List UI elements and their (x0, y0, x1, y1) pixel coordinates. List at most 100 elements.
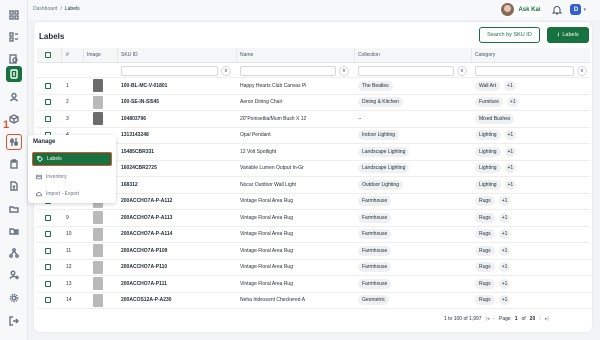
prev-page-icon[interactable]: ‹ (493, 316, 495, 322)
more-categories-chip[interactable]: +1 (504, 80, 516, 91)
sku-filter-icon[interactable]: ⩩ (221, 66, 231, 76)
table-row[interactable]: 7168312Nocar Outdoor Wall LightOutdoor L… (37, 177, 590, 194)
table-row[interactable]: 9 200ACCHO7A-P-A113 Vintage Floral Area Ru… (37, 210, 590, 227)
row-checkbox[interactable] (45, 247, 51, 254)
last-page-icon[interactable]: ▸| (545, 316, 549, 322)
more-categories-chip[interactable]: +1 (498, 196, 511, 207)
row-checkbox[interactable] (45, 115, 51, 122)
sku-cell[interactable]: 200ACCHO7A-P-A112 (121, 194, 233, 210)
bell-icon[interactable] (552, 5, 563, 15)
product-thumbnail[interactable] (93, 79, 103, 93)
product-thumbnail[interactable] (93, 260, 103, 274)
folder-icon[interactable] (6, 201, 22, 217)
collection-filter-icon[interactable]: ⩩ (457, 66, 467, 76)
sku-cell[interactable]: 100-BL-MC-V-01801 (121, 78, 233, 94)
sku-cell[interactable]: 100-SE-IN-SI545 (121, 95, 233, 111)
settings-sliders-icon[interactable] (6, 134, 22, 150)
col-header-image[interactable]: Image (87, 48, 117, 62)
col-header-sku[interactable]: SKU ID (121, 48, 231, 62)
table-row[interactable]: 41313143248Opal PendantIndoor LightingLi… (37, 128, 590, 144)
row-checkbox[interactable] (45, 297, 51, 304)
row-checkbox[interactable] (45, 99, 51, 106)
next-page-icon[interactable]: › (539, 316, 541, 322)
category-filter-icon[interactable]: ⩩ (577, 66, 587, 76)
col-header-name[interactable]: Name (240, 48, 350, 62)
col-header-collection[interactable]: Collection (358, 48, 468, 62)
product-thumbnail[interactable] (93, 244, 103, 258)
product-thumbnail[interactable] (93, 227, 103, 241)
search-by-sku-button[interactable]: Search by SKU ID (479, 27, 540, 43)
sku-cell[interactable]: 200ACCHO7A-P110 (121, 260, 233, 276)
product-thumbnail[interactable] (93, 112, 103, 126)
network-icon[interactable] (6, 245, 22, 261)
folder-settings-icon[interactable] (6, 223, 22, 239)
sku-cell[interactable]: 200ACCHO7A-P-A113 (121, 210, 233, 226)
sku-cell[interactable]: 168312 (121, 177, 233, 193)
category-filter-input[interactable] (475, 66, 574, 76)
name-filter-icon[interactable]: ⩩ (339, 66, 349, 76)
template-icon[interactable] (6, 29, 22, 45)
table-row[interactable]: 10 200ACCHO7A-P-A114 Vintage Floral Area R… (37, 227, 590, 243)
row-checkbox[interactable] (45, 214, 51, 221)
menu-item-labels[interactable]: Labels (32, 152, 112, 166)
table-row[interactable]: 13 200ACCHO7A-P111 Vintage Floral Area Rug… (37, 276, 590, 293)
file-upload-icon[interactable] (6, 178, 22, 194)
more-categories-chip[interactable]: +1 (498, 262, 511, 273)
table-row[interactable]: 2 100-SE-IN-SI545 Aeron Dining Chair Dining… (37, 95, 590, 111)
logout-icon[interactable] (6, 313, 22, 329)
more-categories-chip[interactable]: +1 (504, 130, 517, 141)
ask-kai-button[interactable]: Ask Kai (500, 2, 545, 17)
table-row[interactable]: 616024CBR2725Variable Lumen Output In-Gr… (37, 161, 590, 177)
download-labels-button[interactable]: ⭳ Labels (547, 27, 589, 43)
table-row[interactable]: 14 200ACOS12A-P-A230 Neha Iridescent Check… (37, 293, 590, 309)
sku-filter-input[interactable] (121, 66, 218, 76)
more-categories-chip[interactable]: +1 (504, 179, 517, 190)
table-row[interactable]: 3 104803796 20"Poinsettia/Mum Bush X 12 -- M… (37, 111, 590, 128)
sku-cell[interactable]: 16024CBR2725 (121, 161, 233, 177)
clipboard-icon[interactable] (6, 156, 22, 172)
search-doc-icon[interactable] (6, 51, 22, 67)
more-categories-chip[interactable]: +1 (504, 146, 517, 157)
table-row[interactable]: 11 200ACCHO7A-P109 Vintage Floral Area Rug… (37, 243, 590, 260)
product-thumbnail[interactable] (93, 277, 103, 291)
col-header-category[interactable]: Category (475, 48, 585, 62)
sku-cell[interactable]: 1313143248 (121, 128, 233, 144)
user-settings-icon[interactable] (6, 267, 22, 283)
name-filter-input[interactable] (240, 66, 336, 76)
table-row[interactable]: 515485CBR33112 Volt SpotlightLandscape L… (37, 144, 590, 161)
more-categories-chip[interactable]: +1 (498, 212, 511, 223)
menu-item-inventory[interactable]: Inventory (32, 170, 112, 184)
more-categories-chip[interactable]: +1 (507, 97, 519, 108)
table-row[interactable]: 12 200ACCHO7A-P110 Vintage Floral Area Rug… (37, 260, 590, 276)
table-row[interactable]: 1 100-BL-MC-V-01801 Happy Hearts Club Canv… (37, 78, 590, 95)
product-thumbnail[interactable] (93, 95, 103, 109)
more-categories-chip[interactable]: +1 (498, 229, 511, 240)
table-row[interactable]: 8200ACCHO7A-P-A112Vintage Floral Area Ru… (37, 194, 590, 210)
more-categories-chip[interactable]: +1 (498, 245, 511, 256)
user-menu[interactable]: D ▾ (570, 4, 586, 15)
more-categories-chip[interactable]: +1 (498, 278, 511, 289)
grid-icon[interactable] (6, 7, 22, 23)
select-all-checkbox[interactable] (45, 52, 51, 58)
sku-cell[interactable]: 200ACOS12A-P-A230 (121, 293, 233, 309)
more-categories-chip[interactable]: +1 (504, 163, 517, 174)
collection-filter-input[interactable] (358, 66, 454, 76)
sku-cell[interactable]: 200ACCHO7A-P-A114 (121, 227, 233, 243)
breadcrumb-dashboard[interactable]: Dashboard (33, 6, 57, 12)
row-checkbox[interactable] (45, 82, 51, 89)
first-page-icon[interactable]: |◂ (486, 316, 490, 322)
user-icon[interactable] (6, 89, 22, 105)
more-categories-chip[interactable]: +1 (498, 295, 511, 306)
menu-item-import-export[interactable]: Import - Export (32, 187, 112, 201)
sku-cell[interactable]: 104803796 (121, 111, 233, 127)
sku-cell[interactable]: 15485CBR331 (121, 144, 233, 160)
row-checkbox[interactable] (45, 231, 51, 238)
catalog-icon[interactable] (6, 66, 22, 82)
sku-cell[interactable]: 200ACCHO7A-P109 (121, 243, 233, 259)
row-checkbox[interactable] (45, 280, 51, 287)
sku-cell[interactable]: 200ACCHO7A-P111 (121, 276, 233, 292)
product-thumbnail[interactable] (93, 293, 103, 307)
product-thumbnail[interactable] (93, 211, 103, 225)
gear-icon[interactable] (6, 290, 22, 306)
row-checkbox[interactable] (45, 264, 51, 271)
